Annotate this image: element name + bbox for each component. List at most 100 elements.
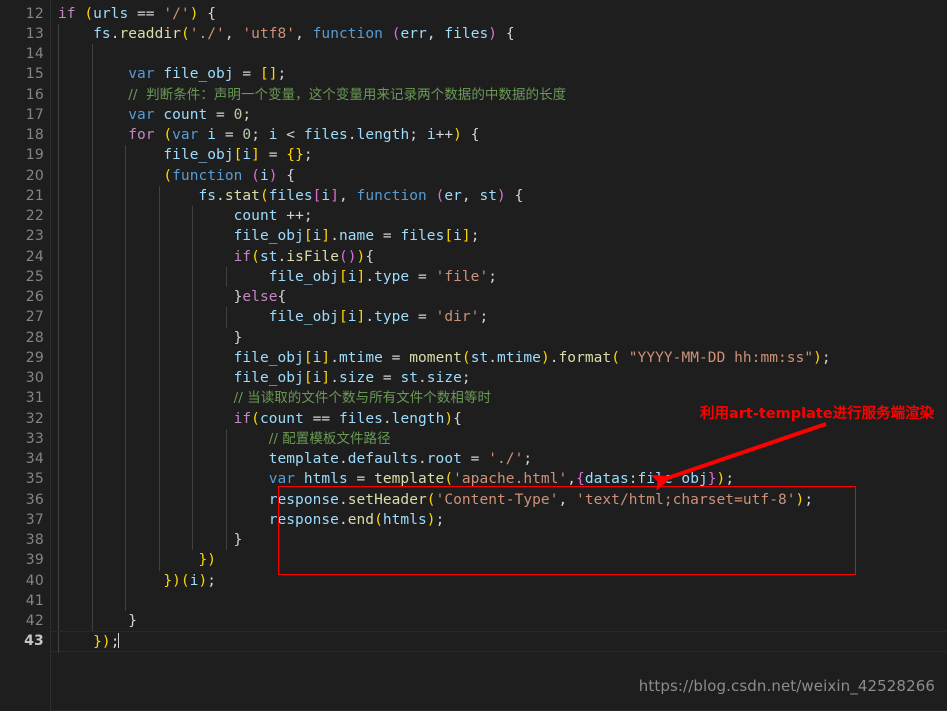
code-text: response.setHeader('Content-Type', 'text… bbox=[268, 491, 814, 508]
code-line[interactable]: 29 file_obj[i].mtime = moment(st.mtime).… bbox=[0, 347, 947, 368]
code-text: (function (i) { bbox=[163, 167, 296, 184]
line-number: 29 bbox=[25, 349, 44, 366]
line-number: 14 bbox=[25, 46, 44, 62]
code-line[interactable]: 41 bbox=[0, 590, 947, 611]
code-line-content[interactable]: // 判断条件：声明一个变量，这个变量用来记录两个数据的中数据的长度 bbox=[51, 84, 947, 105]
code-text: fs.stat(files[i], function (er, st) { bbox=[198, 187, 524, 204]
code-line[interactable]: 30 file_obj[i].size = st.size; bbox=[0, 368, 947, 389]
code-editor[interactable]: 12 if (urls == '/') {13 fs.readdir('./', … bbox=[0, 0, 947, 711]
code-line[interactable]: 40 })(i); bbox=[0, 570, 947, 591]
code-line-content[interactable]: if (urls == '/') { bbox=[51, 4, 947, 24]
code-line-content[interactable]: // 配置模板文件路径 bbox=[51, 428, 947, 449]
code-line-content[interactable]: fs.readdir('./', 'utf8', function (err, … bbox=[51, 23, 947, 44]
code-line[interactable]: 33 // 配置模板文件路径 bbox=[0, 428, 947, 449]
code-line[interactable]: 28 } bbox=[0, 327, 947, 348]
code-line[interactable]: 12 if (urls == '/') { bbox=[0, 4, 947, 24]
code-line-content[interactable]: } bbox=[51, 327, 947, 348]
indent-guide bbox=[125, 590, 127, 611]
line-number: 37 bbox=[25, 511, 44, 528]
code-line-content[interactable]: var file_obj = []; bbox=[51, 64, 947, 85]
code-line-content[interactable]: } bbox=[51, 530, 947, 551]
line-number: 27 bbox=[25, 309, 44, 326]
code-line-content[interactable]: count ++; bbox=[51, 206, 947, 227]
code-line[interactable]: 43 }); bbox=[0, 631, 947, 653]
code-line[interactable]: 14 bbox=[0, 44, 947, 65]
code-line-content[interactable]: var count = 0; bbox=[51, 104, 947, 125]
line-number: 22 bbox=[25, 208, 44, 224]
line-number: 34 bbox=[25, 451, 44, 467]
code-line[interactable]: 26 }else{ bbox=[0, 287, 947, 308]
code-line[interactable]: 18 for (var i = 0; i < files.length; i++… bbox=[0, 125, 947, 146]
code-line[interactable]: 32 if(count == files.length){ bbox=[0, 408, 947, 429]
code-line-content[interactable]: template.defaults.root = './'; bbox=[51, 449, 947, 470]
line-number: 19 bbox=[25, 147, 44, 164]
code-line[interactable]: 16 // 判断条件：声明一个变量，这个变量用来记录两个数据的中数据的长度 bbox=[0, 84, 947, 105]
code-line[interactable]: 19 file_obj[i] = {}; bbox=[0, 145, 947, 166]
code-line-content[interactable] bbox=[51, 590, 947, 611]
code-line-content[interactable] bbox=[51, 44, 947, 65]
line-number: 30 bbox=[25, 370, 44, 386]
code-line-content[interactable]: file_obj[i].mtime = moment(st.mtime).for… bbox=[51, 347, 947, 368]
code-line[interactable]: 24 if(st.isFile()){ bbox=[0, 246, 947, 267]
line-number: 39 bbox=[25, 552, 44, 569]
code-line-content[interactable]: } bbox=[51, 611, 947, 632]
watermark: https://blog.csdn.net/weixin_42528266 bbox=[638, 677, 935, 695]
line-number: 43 bbox=[24, 633, 44, 650]
code-text: // 当读取的文件个数与所有文件个数相等时 bbox=[233, 390, 492, 407]
code-line[interactable]: 22 count ++; bbox=[0, 206, 947, 227]
code-line-content[interactable]: file_obj[i].type = 'dir'; bbox=[51, 307, 947, 328]
code-line[interactable]: 35 var htmls = template('apache.html',{d… bbox=[0, 469, 947, 490]
code-line-content[interactable]: fs.stat(files[i], function (er, st) { bbox=[51, 185, 947, 206]
code-line-content[interactable]: file_obj[i].name = files[i]; bbox=[51, 226, 947, 247]
code-text: })(i); bbox=[163, 572, 217, 589]
code-line-content[interactable]: file_obj[i].size = st.size; bbox=[51, 368, 947, 389]
code-line[interactable]: 39 }) bbox=[0, 550, 947, 571]
line-number: 21 bbox=[25, 187, 44, 204]
indent-guide bbox=[58, 44, 59, 65]
line-number: 42 bbox=[25, 613, 44, 629]
line-number: 20 bbox=[25, 167, 44, 184]
code-line[interactable]: 23 file_obj[i].name = files[i]; bbox=[0, 226, 947, 247]
code-line[interactable]: 13 fs.readdir('./', 'utf8', function (er… bbox=[0, 23, 947, 44]
code-line-content[interactable]: })(i); bbox=[51, 570, 947, 591]
line-number: 13 bbox=[25, 25, 44, 42]
line-number: 15 bbox=[25, 66, 44, 83]
line-number: 31 bbox=[25, 390, 44, 407]
code-line[interactable]: 25 file_obj[i].type = 'file'; bbox=[0, 266, 947, 287]
code-line-content[interactable]: file_obj[i] = {}; bbox=[51, 145, 947, 166]
code-line-content[interactable]: response.end(htmls); bbox=[51, 509, 947, 530]
code-line[interactable]: 37 response.end(htmls); bbox=[0, 509, 947, 530]
code-line[interactable]: 21 fs.stat(files[i], function (er, st) { bbox=[0, 185, 947, 206]
code-line[interactable]: 15 var file_obj = []; bbox=[0, 64, 947, 85]
code-line[interactable]: 27 file_obj[i].type = 'dir'; bbox=[0, 307, 947, 328]
code-line[interactable]: 36 response.setHeader('Content-Type', 't… bbox=[0, 489, 947, 510]
code-line-content[interactable]: // 当读取的文件个数与所有文件个数相等时 bbox=[51, 388, 947, 409]
code-text: if(count == files.length){ bbox=[233, 410, 462, 427]
line-number: 28 bbox=[25, 329, 44, 346]
code-text: // 配置模板文件路径 bbox=[268, 430, 391, 447]
code-text: file_obj[i].name = files[i]; bbox=[233, 228, 480, 245]
code-text: file_obj[i] = {}; bbox=[163, 147, 313, 164]
code-editor-screenshot: 12 if (urls == '/') {13 fs.readdir('./', … bbox=[0, 0, 947, 711]
code-line[interactable]: 42 } bbox=[0, 611, 947, 632]
code-line[interactable]: 34 template.defaults.root = './'; bbox=[0, 449, 947, 470]
code-line-content[interactable]: }else{ bbox=[51, 287, 947, 308]
code-line-content[interactable]: if(count == files.length){ bbox=[51, 408, 947, 429]
code-text: var htmls = template('apache.html',{data… bbox=[268, 471, 735, 488]
code-line-content[interactable]: }) bbox=[51, 550, 947, 571]
code-line-content[interactable]: var htmls = template('apache.html',{data… bbox=[51, 469, 947, 490]
code-text: if(st.isFile()){ bbox=[233, 248, 375, 265]
code-line-content[interactable]: }); bbox=[51, 631, 947, 653]
code-text: var file_obj = []; bbox=[128, 66, 287, 83]
code-line-content[interactable]: if(st.isFile()){ bbox=[51, 246, 947, 267]
line-number: 41 bbox=[25, 592, 44, 609]
code-line[interactable]: 38 } bbox=[0, 530, 947, 551]
code-line[interactable]: 31 // 当读取的文件个数与所有文件个数相等时 bbox=[0, 388, 947, 409]
code-line-content[interactable]: file_obj[i].type = 'file'; bbox=[51, 266, 947, 287]
code-line[interactable]: 17 var count = 0; bbox=[0, 104, 947, 125]
code-text: } bbox=[233, 329, 243, 346]
code-line[interactable]: 20 (function (i) { bbox=[0, 165, 947, 186]
code-line-content[interactable]: response.setHeader('Content-Type', 'text… bbox=[51, 489, 947, 510]
code-line-content[interactable]: for (var i = 0; i < files.length; i++) { bbox=[51, 125, 947, 146]
code-line-content[interactable]: (function (i) { bbox=[51, 165, 947, 186]
